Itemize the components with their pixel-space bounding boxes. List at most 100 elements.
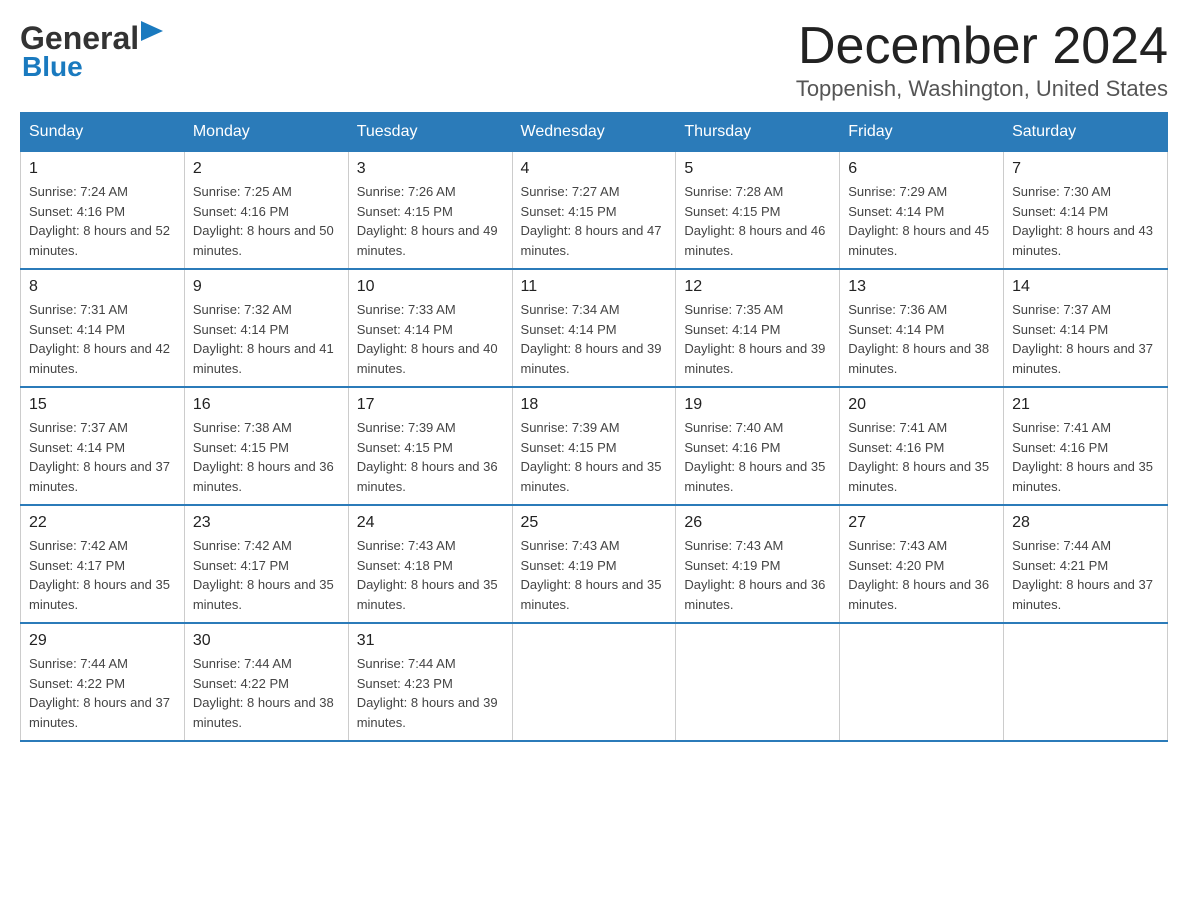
day-number: 15: [29, 396, 176, 414]
daylight-label: Daylight: 8 hours and 40 minutes.: [357, 341, 498, 376]
daylight-label: Daylight: 8 hours and 36 minutes.: [684, 577, 825, 612]
day-number: 2: [193, 160, 340, 178]
day-number: 20: [848, 396, 995, 414]
sunrise-label: Sunrise: 7:44 AM: [193, 656, 292, 671]
day-info: Sunrise: 7:41 AM Sunset: 4:16 PM Dayligh…: [1012, 418, 1159, 496]
calendar-cell: 13 Sunrise: 7:36 AM Sunset: 4:14 PM Dayl…: [840, 269, 1004, 387]
daylight-label: Daylight: 8 hours and 38 minutes.: [193, 695, 334, 730]
daylight-label: Daylight: 8 hours and 39 minutes.: [521, 341, 662, 376]
calendar-cell: [840, 623, 1004, 741]
sunset-label: Sunset: 4:16 PM: [684, 440, 780, 455]
sunrise-label: Sunrise: 7:43 AM: [357, 538, 456, 553]
sunrise-label: Sunrise: 7:39 AM: [521, 420, 620, 435]
sunset-label: Sunset: 4:23 PM: [357, 676, 453, 691]
sunrise-label: Sunrise: 7:33 AM: [357, 302, 456, 317]
day-number: 25: [521, 514, 668, 532]
calendar-cell: 14 Sunrise: 7:37 AM Sunset: 4:14 PM Dayl…: [1004, 269, 1168, 387]
day-info: Sunrise: 7:43 AM Sunset: 4:18 PM Dayligh…: [357, 536, 504, 614]
calendar-cell: 22 Sunrise: 7:42 AM Sunset: 4:17 PM Dayl…: [21, 505, 185, 623]
week-row-2: 8 Sunrise: 7:31 AM Sunset: 4:14 PM Dayli…: [21, 269, 1168, 387]
daylight-label: Daylight: 8 hours and 46 minutes.: [684, 223, 825, 258]
day-number: 30: [193, 632, 340, 650]
sunset-label: Sunset: 4:14 PM: [521, 322, 617, 337]
week-row-4: 22 Sunrise: 7:42 AM Sunset: 4:17 PM Dayl…: [21, 505, 1168, 623]
calendar-cell: 27 Sunrise: 7:43 AM Sunset: 4:20 PM Dayl…: [840, 505, 1004, 623]
day-number: 18: [521, 396, 668, 414]
title-area: December 2024 Toppenish, Washington, Uni…: [796, 20, 1168, 102]
header-wednesday: Wednesday: [512, 113, 676, 152]
day-info: Sunrise: 7:34 AM Sunset: 4:14 PM Dayligh…: [521, 300, 668, 378]
calendar-cell: 31 Sunrise: 7:44 AM Sunset: 4:23 PM Dayl…: [348, 623, 512, 741]
calendar-cell: 7 Sunrise: 7:30 AM Sunset: 4:14 PM Dayli…: [1004, 152, 1168, 270]
sunset-label: Sunset: 4:17 PM: [29, 558, 125, 573]
day-number: 11: [521, 278, 668, 296]
header-sunday: Sunday: [21, 113, 185, 152]
day-info: Sunrise: 7:36 AM Sunset: 4:14 PM Dayligh…: [848, 300, 995, 378]
calendar-cell: 10 Sunrise: 7:33 AM Sunset: 4:14 PM Dayl…: [348, 269, 512, 387]
sunrise-label: Sunrise: 7:43 AM: [521, 538, 620, 553]
header-tuesday: Tuesday: [348, 113, 512, 152]
daylight-label: Daylight: 8 hours and 41 minutes.: [193, 341, 334, 376]
daylight-label: Daylight: 8 hours and 35 minutes.: [521, 577, 662, 612]
logo-area: General Blue: [20, 20, 163, 83]
daylight-label: Daylight: 8 hours and 50 minutes.: [193, 223, 334, 258]
week-row-1: 1 Sunrise: 7:24 AM Sunset: 4:16 PM Dayli…: [21, 152, 1168, 270]
sunset-label: Sunset: 4:14 PM: [848, 204, 944, 219]
sunset-label: Sunset: 4:14 PM: [29, 440, 125, 455]
calendar-cell: 19 Sunrise: 7:40 AM Sunset: 4:16 PM Dayl…: [676, 387, 840, 505]
day-number: 6: [848, 160, 995, 178]
calendar-cell: 9 Sunrise: 7:32 AM Sunset: 4:14 PM Dayli…: [184, 269, 348, 387]
daylight-label: Daylight: 8 hours and 36 minutes.: [357, 459, 498, 494]
sunset-label: Sunset: 4:19 PM: [684, 558, 780, 573]
calendar-cell: 28 Sunrise: 7:44 AM Sunset: 4:21 PM Dayl…: [1004, 505, 1168, 623]
logo-flag-icon: [141, 21, 163, 51]
sunrise-label: Sunrise: 7:26 AM: [357, 184, 456, 199]
day-number: 19: [684, 396, 831, 414]
sunrise-label: Sunrise: 7:30 AM: [1012, 184, 1111, 199]
calendar-header-row: SundayMondayTuesdayWednesdayThursdayFrid…: [21, 113, 1168, 152]
calendar-cell: 16 Sunrise: 7:38 AM Sunset: 4:15 PM Dayl…: [184, 387, 348, 505]
day-info: Sunrise: 7:32 AM Sunset: 4:14 PM Dayligh…: [193, 300, 340, 378]
sunset-label: Sunset: 4:16 PM: [1012, 440, 1108, 455]
calendar-cell: 15 Sunrise: 7:37 AM Sunset: 4:14 PM Dayl…: [21, 387, 185, 505]
day-info: Sunrise: 7:43 AM Sunset: 4:19 PM Dayligh…: [684, 536, 831, 614]
daylight-label: Daylight: 8 hours and 35 minutes.: [357, 577, 498, 612]
calendar-cell: 30 Sunrise: 7:44 AM Sunset: 4:22 PM Dayl…: [184, 623, 348, 741]
day-number: 26: [684, 514, 831, 532]
sunset-label: Sunset: 4:15 PM: [357, 204, 453, 219]
daylight-label: Daylight: 8 hours and 37 minutes.: [29, 459, 170, 494]
sunset-label: Sunset: 4:15 PM: [357, 440, 453, 455]
sunrise-label: Sunrise: 7:39 AM: [357, 420, 456, 435]
day-info: Sunrise: 7:37 AM Sunset: 4:14 PM Dayligh…: [29, 418, 176, 496]
day-number: 5: [684, 160, 831, 178]
sunrise-label: Sunrise: 7:43 AM: [848, 538, 947, 553]
day-number: 3: [357, 160, 504, 178]
daylight-label: Daylight: 8 hours and 49 minutes.: [357, 223, 498, 258]
day-info: Sunrise: 7:44 AM Sunset: 4:22 PM Dayligh…: [29, 654, 176, 732]
sunset-label: Sunset: 4:14 PM: [357, 322, 453, 337]
calendar-cell: 2 Sunrise: 7:25 AM Sunset: 4:16 PM Dayli…: [184, 152, 348, 270]
day-info: Sunrise: 7:35 AM Sunset: 4:14 PM Dayligh…: [684, 300, 831, 378]
daylight-label: Daylight: 8 hours and 35 minutes.: [1012, 459, 1153, 494]
calendar-cell: 6 Sunrise: 7:29 AM Sunset: 4:14 PM Dayli…: [840, 152, 1004, 270]
sunset-label: Sunset: 4:16 PM: [29, 204, 125, 219]
sunrise-label: Sunrise: 7:24 AM: [29, 184, 128, 199]
sunset-label: Sunset: 4:14 PM: [1012, 322, 1108, 337]
daylight-label: Daylight: 8 hours and 39 minutes.: [357, 695, 498, 730]
day-number: 14: [1012, 278, 1159, 296]
daylight-label: Daylight: 8 hours and 35 minutes.: [193, 577, 334, 612]
sunrise-label: Sunrise: 7:42 AM: [193, 538, 292, 553]
calendar-cell: 20 Sunrise: 7:41 AM Sunset: 4:16 PM Dayl…: [840, 387, 1004, 505]
calendar-cell: 5 Sunrise: 7:28 AM Sunset: 4:15 PM Dayli…: [676, 152, 840, 270]
header-saturday: Saturday: [1004, 113, 1168, 152]
day-number: 22: [29, 514, 176, 532]
calendar-cell: 1 Sunrise: 7:24 AM Sunset: 4:16 PM Dayli…: [21, 152, 185, 270]
day-info: Sunrise: 7:26 AM Sunset: 4:15 PM Dayligh…: [357, 182, 504, 260]
page-header: General Blue December 2024 Toppenish, Wa…: [20, 20, 1168, 102]
logo-blue-text: Blue: [22, 51, 83, 83]
sunset-label: Sunset: 4:15 PM: [521, 204, 617, 219]
day-info: Sunrise: 7:43 AM Sunset: 4:19 PM Dayligh…: [521, 536, 668, 614]
sunrise-label: Sunrise: 7:44 AM: [357, 656, 456, 671]
day-number: 29: [29, 632, 176, 650]
daylight-label: Daylight: 8 hours and 35 minutes.: [29, 577, 170, 612]
